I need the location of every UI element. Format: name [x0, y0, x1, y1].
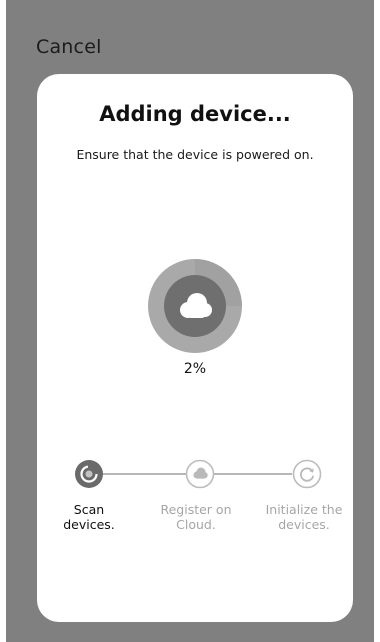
step-label-line: Initialize the — [265, 502, 343, 517]
step-label-line: Register on — [160, 502, 232, 517]
step-label-initialize: Initialize the devices. — [256, 502, 352, 532]
adding-device-dialog: Adding device... Ensure that the device … — [37, 74, 353, 622]
step-label-line: Scan — [73, 502, 105, 517]
dialog-subtitle: Ensure that the device is powered on. — [76, 147, 314, 162]
step-connector-2 — [212, 473, 292, 475]
modal-overlay: Cancel Adding device... Ensure that the … — [6, 0, 374, 642]
step-label-line: devices. — [278, 517, 330, 532]
progress-percent: 2% — [183, 361, 207, 377]
dialog-title: Adding device... — [99, 102, 291, 126]
step-label-line: devices. — [63, 517, 115, 532]
step-scan-node — [75, 460, 103, 488]
step-register-node — [185, 459, 215, 489]
cancel-button[interactable]: Cancel — [36, 36, 102, 58]
step-label-line: Cloud. — [176, 517, 216, 532]
progress-ring — [148, 259, 242, 353]
step-connector-1 — [99, 473, 187, 475]
step-initialize-node — [292, 459, 322, 489]
step-label-register: Register on Cloud. — [148, 502, 244, 532]
step-label-scan: Scan devices. — [41, 502, 137, 532]
